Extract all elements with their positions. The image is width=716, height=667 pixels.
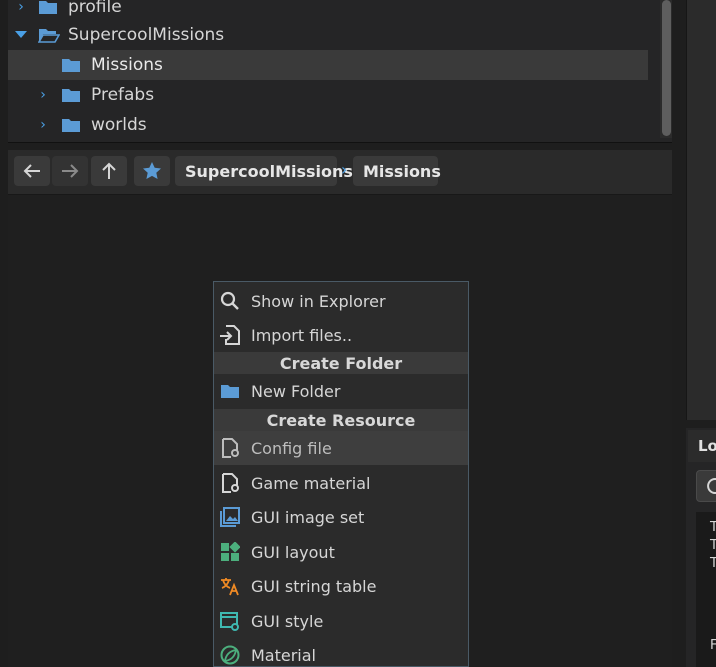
menu-item-label: GUI image set [251,507,365,527]
tree-item-label: worlds [91,115,147,135]
favorite-button[interactable] [134,156,170,186]
translate-icon [221,578,239,596]
menu-item-label: Show in Explorer [251,291,386,311]
folder-icon [62,89,80,102]
breadcrumb-missions[interactable]: Missions [353,156,441,186]
forward-button[interactable] [52,156,88,186]
menu-item-label: GUI layout [251,542,335,562]
layout-icon [221,542,240,561]
arrow-left-icon [23,164,40,178]
arrow-up-icon [102,162,116,179]
folder-icon [221,385,239,398]
back-button[interactable] [14,156,50,186]
tree-item-profile[interactable]: › profile [8,0,648,22]
config-file-icon [222,438,239,458]
menu-item-label: Material [251,645,316,665]
menu-item-label: GUI string table [251,576,377,596]
clear-icon [707,478,716,494]
tree-item-label: profile [68,0,122,17]
image-set-icon [220,507,240,527]
log-line: T [710,538,716,553]
log-output: T T T F [696,512,716,667]
menu-item-gui-string-table[interactable]: GUI string table [214,569,468,603]
menu-item-label: GUI style [251,611,324,631]
tree-scrollbar[interactable] [660,0,672,138]
menu-item-label: Game material [251,473,371,493]
browser-toolbar: SupercoolMissions › Missions [8,150,672,195]
menu-item-game-material[interactable]: Game material [214,466,468,500]
menu-item-gui-style[interactable]: GUI style [214,604,468,638]
game-material-icon [222,473,239,493]
chevron-right-icon[interactable]: › [36,117,50,133]
tree-item-supercoolmissions[interactable]: SupercoolMissions [8,20,648,50]
breadcrumb-separator: › [341,160,348,179]
breadcrumb-supercoolmissions[interactable]: SupercoolMissions [175,156,353,186]
menu-header-create-resource: Create Resource [214,409,468,431]
folder-open-icon [38,29,60,43]
menu-item-new-folder[interactable]: New Folder [214,374,468,408]
chevron-right-icon[interactable]: › [14,0,28,15]
tree-item-label: Prefabs [91,85,155,105]
up-button[interactable] [91,156,127,186]
tree-item-worlds[interactable]: › worlds [8,110,648,140]
menu-item-label: Import files.. [251,325,353,345]
menu-item-gui-image-set[interactable]: GUI image set [214,500,468,534]
search-icon [220,291,239,310]
log-tab[interactable]: Lo [688,430,716,462]
menu-item-import-files[interactable]: Import files.. [214,318,468,352]
gui-style-icon [220,612,239,631]
log-line: F [710,638,716,653]
star-icon [143,162,161,179]
folder-icon [62,119,80,132]
scrollbar-thumb[interactable] [662,0,671,136]
import-icon [220,325,240,345]
menu-item-label: Config file [251,438,332,458]
chevron-down-icon[interactable] [14,28,28,42]
tree-item-label: Missions [91,55,163,75]
tree-item-prefabs[interactable]: › Prefabs [8,80,648,110]
arrow-right-icon [62,164,79,178]
menu-item-material[interactable]: Material [214,638,468,666]
menu-item-label: New Folder [251,381,341,401]
chevron-right-icon[interactable]: › [36,87,50,103]
menu-item-gui-layout[interactable]: GUI layout [214,535,468,569]
right-panel [686,0,716,420]
log-line: T [710,520,716,535]
tree-item-label: SupercoolMissions [68,25,225,45]
log-line: T [710,556,716,571]
tree-item-missions[interactable]: Missions [8,50,648,80]
menu-item-config-file[interactable]: Config file [214,431,468,465]
log-clear-button[interactable] [696,470,716,502]
folder-icon [62,59,80,72]
menu-item-show-in-explorer[interactable]: Show in Explorer [214,284,468,318]
material-icon [220,645,240,665]
menu-header-create-folder: Create Folder [214,352,468,374]
folder-icon [39,1,57,14]
folder-tree: › profile SupercoolMissions Missions › P… [8,0,672,143]
context-menu: Show in Explorer Import files.. Create F… [213,281,469,667]
